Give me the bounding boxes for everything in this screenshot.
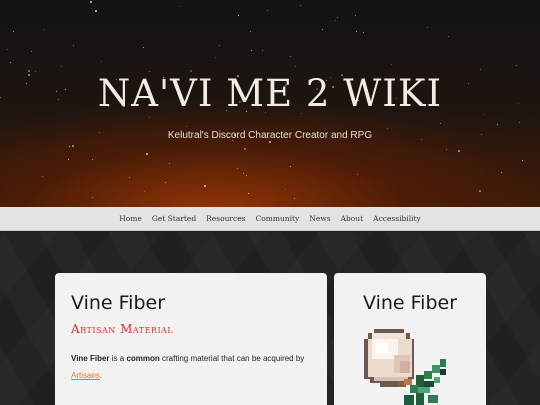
star <box>500 172 502 174</box>
star <box>91 7 93 9</box>
star <box>237 15 239 17</box>
nav-accessibility[interactable]: Accessibility <box>368 214 426 223</box>
star <box>92 197 93 199</box>
star <box>321 28 323 30</box>
nav-resources[interactable]: Resources <box>201 214 250 223</box>
site-header: NA'VI ME 2 WIKI Kelutral's Discord Chara… <box>0 0 540 207</box>
site-title[interactable]: NA'VI ME 2 WIKI <box>0 72 540 115</box>
star <box>218 44 220 46</box>
star <box>479 68 481 70</box>
star <box>515 65 517 66</box>
nav-news[interactable]: News <box>304 214 335 223</box>
star <box>72 144 75 147</box>
star <box>68 145 70 147</box>
star <box>249 31 251 33</box>
star <box>186 126 188 128</box>
star <box>44 28 46 30</box>
star <box>41 176 43 178</box>
star <box>247 193 249 195</box>
star <box>285 188 287 190</box>
page-title: Vine Fiber <box>71 292 166 314</box>
star <box>90 0 93 3</box>
infobox-card: Vine Fiber <box>334 273 486 405</box>
desc-rarity: common <box>126 354 160 363</box>
desc-text-1: is a <box>109 354 127 363</box>
star <box>355 15 356 17</box>
star <box>426 27 428 29</box>
star <box>67 158 69 160</box>
desc-text-3: . <box>99 371 103 380</box>
star <box>178 5 180 7</box>
star <box>128 176 130 178</box>
infobox-title: Vine Fiber <box>362 292 458 314</box>
star <box>299 4 301 6</box>
star <box>289 55 291 57</box>
star <box>521 159 523 161</box>
star <box>439 122 441 124</box>
star <box>478 189 481 192</box>
star <box>73 44 75 46</box>
star <box>362 31 364 33</box>
item-description: Vine Fiber is a common crafting material… <box>71 350 311 384</box>
star <box>237 167 238 169</box>
article-card: Vine Fiber Artisan Material Vine Fiber i… <box>55 273 327 405</box>
artisans-link[interactable]: Artisans <box>71 371 100 380</box>
star <box>387 127 389 129</box>
desc-text-2: crafting material that can be acquired b… <box>159 354 305 363</box>
main-navbar: Home Get Started Resources Community New… <box>0 207 540 231</box>
star <box>391 64 393 65</box>
star <box>168 163 170 165</box>
star <box>142 47 144 49</box>
desc-item-name: Vine Fiber <box>71 354 110 363</box>
star <box>95 10 98 12</box>
star <box>204 184 206 187</box>
star <box>144 191 145 193</box>
star <box>295 66 297 68</box>
star <box>164 181 166 183</box>
star <box>290 166 291 168</box>
star <box>356 173 358 175</box>
site-tagline: Kelutral's Discord Character Creator and… <box>167 130 373 141</box>
nav-get-started[interactable]: Get Started <box>147 214 201 223</box>
star <box>243 147 246 150</box>
star <box>91 159 93 161</box>
star <box>294 198 296 199</box>
nav-community[interactable]: Community <box>251 214 305 223</box>
star <box>60 65 62 67</box>
star <box>458 150 461 153</box>
star <box>214 56 216 58</box>
star <box>448 35 450 37</box>
star <box>266 10 268 12</box>
star <box>243 172 244 174</box>
star <box>146 153 148 156</box>
star <box>355 30 357 32</box>
star <box>149 117 151 119</box>
star <box>30 51 32 53</box>
star <box>261 50 263 52</box>
star <box>100 60 102 62</box>
star <box>337 17 338 19</box>
star <box>251 50 252 52</box>
star <box>10 62 12 63</box>
star <box>519 121 521 123</box>
nav-about[interactable]: About <box>336 214 369 223</box>
star <box>446 148 448 150</box>
vine-fiber-sprite-icon <box>364 329 446 405</box>
star <box>496 123 498 125</box>
nav-home[interactable]: Home <box>114 214 147 223</box>
star <box>13 30 15 32</box>
star <box>246 174 248 176</box>
star <box>7 49 9 51</box>
item-category: Artisan Material <box>71 322 174 336</box>
star <box>334 19 336 21</box>
